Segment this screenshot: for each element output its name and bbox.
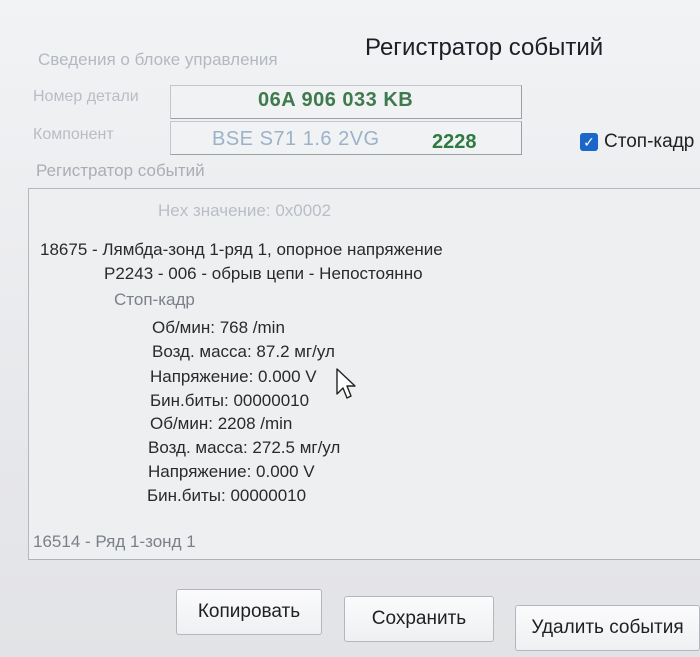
freeze-frame-toggle[interactable]: ✓ Стоп-кадр [580, 131, 694, 153]
part-number-value: 06A 906 033 KB [258, 89, 414, 111]
part-number-label: Номер детали [33, 88, 139, 105]
ff-row: Об/мин: 2208 /min [150, 414, 293, 433]
mouse-pointer-icon [336, 368, 356, 399]
save-button[interactable]: Сохранить [344, 596, 494, 642]
ff-row: Напряжение: 0.000 V [148, 462, 315, 481]
checkmark-icon: ✓ [583, 134, 595, 150]
event-code: P2243 - 006 - обрыв цепи - Непостоянно [104, 264, 423, 283]
ff-row: Возд. масса: 87.2 мг/ул [152, 342, 335, 361]
freeze-frame-heading: Стоп-кадр [114, 290, 195, 309]
freeze-frame-checkbox[interactable]: ✓ [580, 133, 598, 151]
window-title: Регистратор событий [365, 34, 604, 61]
event-recorder-window: Регистратор событий Сведения о блоке упр… [0, 0, 700, 657]
hex-value-line: Hex значение: 0x0002 [158, 201, 332, 220]
ff-row: Об/мин: 768 /min [152, 318, 285, 337]
delete-events-button[interactable]: Удалить события [515, 605, 700, 651]
component-label: Компонент [33, 126, 114, 143]
ff-row: Возд. масса: 272.5 мг/ул [148, 438, 341, 457]
control-unit-caption: Сведения о блоке управления [38, 50, 278, 69]
event-title: 16514 - Ряд 1-зонд 1 [33, 532, 196, 551]
ff-row: Напряжение: 0.000 V [150, 367, 317, 386]
copy-button[interactable]: Копировать [176, 589, 322, 635]
event-log-caption: Регистратор событий [36, 161, 205, 180]
component-code-value: 2228 [432, 131, 477, 153]
freeze-frame-label: Стоп-кадр [604, 131, 695, 152]
component-name-value: BSE S71 1.6 2VG [212, 128, 380, 150]
event-title: 18675 - Лямбда-зонд 1-ряд 1, опорное нап… [40, 240, 443, 259]
ff-row: Бин.биты: 00000010 [150, 391, 310, 410]
ff-row: Бин.биты: 00000010 [147, 486, 307, 505]
